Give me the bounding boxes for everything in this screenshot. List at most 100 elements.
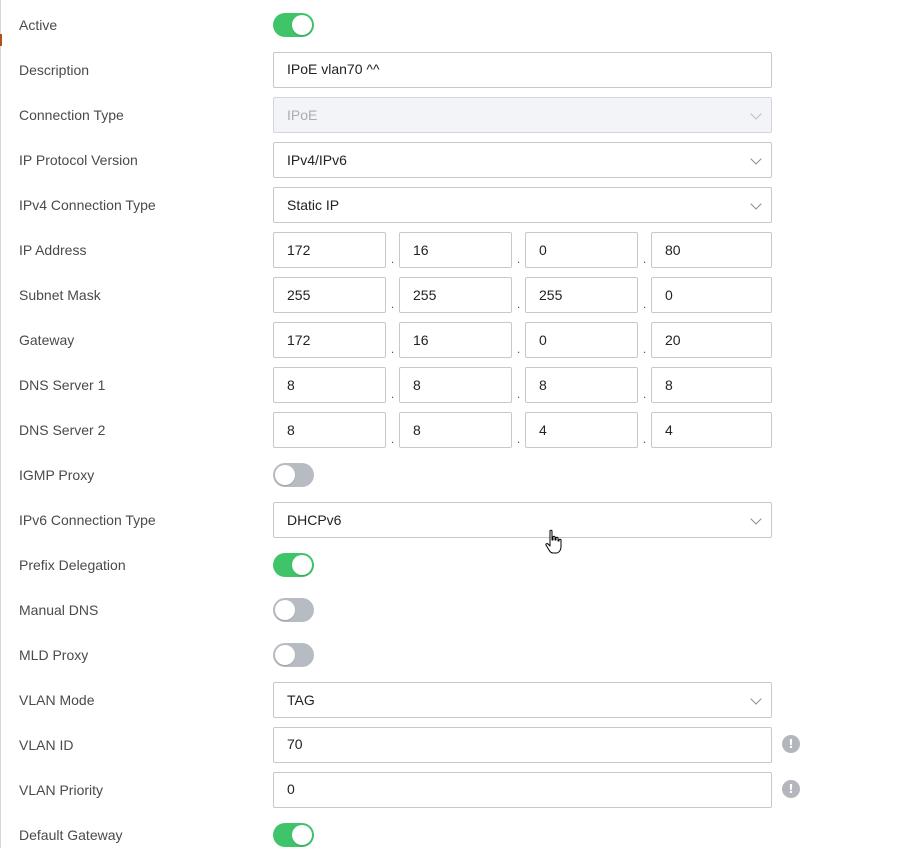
subnet-mask-group: 255 . 255 . 255 . 0 [273, 277, 772, 313]
active-toggle[interactable] [273, 13, 314, 37]
chevron-down-icon [750, 153, 762, 165]
ip-address-octet-4[interactable]: 80 [651, 232, 772, 268]
row-manual-dns: Manual DNS [0, 588, 902, 633]
ip-address-octet-3[interactable]: 0 [525, 232, 638, 268]
vlan-priority-input[interactable]: 0 [273, 772, 772, 808]
dns-server-1-octet-3[interactable]: 8 [525, 367, 638, 403]
toggle-knob [275, 600, 295, 620]
octet-separator: . [642, 297, 647, 311]
chevron-down-icon [750, 198, 762, 210]
octet-separator: . [516, 432, 521, 446]
mld-proxy-label: MLD Proxy [19, 647, 89, 663]
dns-server-1-octet-4[interactable]: 8 [651, 367, 772, 403]
exclamation-info-icon[interactable]: ! [782, 780, 800, 798]
ip-protocol-version-label: IP Protocol Version [19, 152, 138, 168]
igmp-proxy-wrap [273, 457, 314, 487]
ip-address-wrap: 172 . 16 . 0 . 80 [273, 232, 772, 268]
subnet-mask-octet-3[interactable]: 255 [525, 277, 638, 313]
octet-separator: . [516, 342, 521, 356]
row-ip-protocol-version: IP Protocol Version IPv4/IPv6 [0, 138, 902, 183]
row-connection-type: Connection Type IPoE [0, 93, 902, 138]
default-gateway-label: Default Gateway [19, 827, 123, 843]
ipv6-connection-type-wrap: DHCPv6 [273, 502, 772, 538]
exclamation-info-icon[interactable]: ! [782, 735, 800, 753]
row-vlan-id: VLAN ID 70 ! [0, 723, 902, 768]
toggle-knob [292, 555, 312, 575]
row-dns-server-2: DNS Server 2 8 . 8 . 4 . 4 [0, 408, 902, 453]
vlan-mode-select[interactable]: TAG [273, 682, 772, 718]
connection-settings-form: Active Description IPoE vlan70 ^^ Connec… [0, 3, 902, 858]
octet-separator: . [390, 342, 395, 356]
ip-address-group: 172 . 16 . 0 . 80 [273, 232, 772, 268]
subnet-mask-octet-1[interactable]: 255 [273, 277, 386, 313]
gateway-octet-3[interactable]: 0 [525, 322, 638, 358]
toggle-knob [275, 465, 295, 485]
dns-server-2-octet-2[interactable]: 8 [399, 412, 512, 448]
octet-separator: . [642, 432, 647, 446]
chevron-down-icon [750, 693, 762, 705]
ipv4-connection-type-value: Static IP [287, 197, 340, 213]
row-dns-server-1: DNS Server 1 8 . 8 . 8 . 8 [0, 363, 902, 408]
ip-address-octet-2[interactable]: 16 [399, 232, 512, 268]
gateway-group: 172 . 16 . 0 . 20 [273, 322, 772, 358]
default-gateway-toggle[interactable] [273, 823, 314, 847]
ip-protocol-version-select[interactable]: IPv4/IPv6 [273, 142, 772, 178]
subnet-mask-octet-2[interactable]: 255 [399, 277, 512, 313]
dns-server-1-octet-2[interactable]: 8 [399, 367, 512, 403]
ip-protocol-version-wrap: IPv4/IPv6 [273, 142, 772, 178]
vlan-mode-value: TAG [287, 692, 315, 708]
ipv4-connection-type-select[interactable]: Static IP [273, 187, 772, 223]
manual-dns-toggle[interactable] [273, 598, 314, 622]
prefix-delegation-wrap [273, 547, 314, 577]
description-input[interactable]: IPoE vlan70 ^^ [273, 52, 772, 88]
row-description: Description IPoE vlan70 ^^ [0, 48, 902, 93]
dns-server-2-wrap: 8 . 8 . 4 . 4 [273, 412, 772, 448]
gateway-label: Gateway [19, 332, 75, 348]
dns-server-2-octet-3[interactable]: 4 [525, 412, 638, 448]
dns-server-1-wrap: 8 . 8 . 8 . 8 [273, 367, 772, 403]
ipv6-connection-type-label: IPv6 Connection Type [19, 512, 156, 528]
octet-separator: . [642, 252, 647, 266]
row-ip-address: IP Address 172 . 16 . 0 . 80 [0, 228, 902, 273]
toggle-knob [292, 15, 312, 35]
manual-dns-wrap [273, 592, 314, 622]
default-gateway-wrap [273, 817, 314, 847]
gateway-octet-4[interactable]: 20 [651, 322, 772, 358]
prefix-delegation-label: Prefix Delegation [19, 557, 126, 573]
mld-proxy-toggle[interactable] [273, 643, 314, 667]
igmp-proxy-label: IGMP Proxy [19, 467, 95, 483]
row-subnet-mask: Subnet Mask 255 . 255 . 255 . 0 [0, 273, 902, 318]
vlan-id-input[interactable]: 70 [273, 727, 772, 763]
gateway-octet-2[interactable]: 16 [399, 322, 512, 358]
dns-server-2-octet-1[interactable]: 8 [273, 412, 386, 448]
igmp-proxy-toggle[interactable] [273, 463, 314, 487]
octet-separator: . [516, 297, 521, 311]
ip-address-label: IP Address [19, 242, 87, 258]
chevron-down-icon [750, 513, 762, 525]
ip-address-octet-1[interactable]: 172 [273, 232, 386, 268]
row-vlan-priority: VLAN Priority 0 ! [0, 768, 902, 813]
ip-protocol-version-value: IPv4/IPv6 [287, 152, 347, 168]
row-mld-proxy: MLD Proxy [0, 633, 902, 678]
dns-server-2-octet-4[interactable]: 4 [651, 412, 772, 448]
connection-type-value: IPoE [287, 107, 318, 123]
ipv4-connection-type-label: IPv4 Connection Type [19, 197, 156, 213]
row-ipv4-connection-type: IPv4 Connection Type Static IP [0, 183, 902, 228]
row-ipv6-connection-type: IPv6 Connection Type DHCPv6 [0, 498, 902, 543]
octet-separator: . [642, 387, 647, 401]
mld-proxy-wrap [273, 637, 314, 667]
octet-separator: . [390, 297, 395, 311]
toggle-knob [292, 825, 312, 845]
description-label: Description [19, 62, 90, 78]
prefix-delegation-toggle[interactable] [273, 553, 314, 577]
ipv6-connection-type-select[interactable]: DHCPv6 [273, 502, 772, 538]
connection-type-select: IPoE [273, 97, 772, 133]
dns-server-1-octet-1[interactable]: 8 [273, 367, 386, 403]
row-prefix-delegation: Prefix Delegation [0, 543, 902, 588]
row-igmp-proxy: IGMP Proxy [0, 453, 902, 498]
ipv6-connection-type-value: DHCPv6 [287, 512, 342, 528]
ipv4-connection-type-wrap: Static IP [273, 187, 772, 223]
subnet-mask-octet-4[interactable]: 0 [651, 277, 772, 313]
gateway-octet-1[interactable]: 172 [273, 322, 386, 358]
dns-server-1-group: 8 . 8 . 8 . 8 [273, 367, 772, 403]
